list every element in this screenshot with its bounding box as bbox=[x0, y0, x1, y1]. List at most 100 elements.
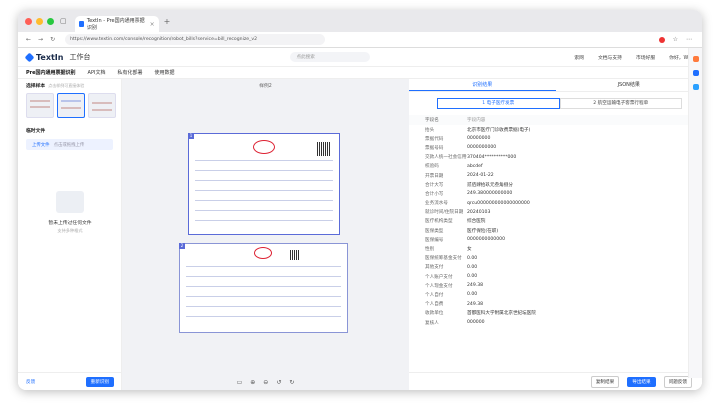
url-field[interactable]: https://www.textin.com/console/recogniti… bbox=[65, 34, 326, 45]
document-page-2[interactable]: 2 bbox=[179, 243, 348, 333]
field-row: 票据号码 0000000000 bbox=[409, 143, 702, 152]
side-app-icon-1[interactable] bbox=[692, 56, 699, 62]
field-value[interactable]: 20240103 bbox=[467, 210, 490, 215]
field-value[interactable]: 0000000000000 bbox=[467, 237, 505, 242]
menu-icon[interactable]: ⋯ bbox=[686, 36, 692, 43]
field-value[interactable]: 0.00 bbox=[467, 274, 477, 279]
zoom-in-icon[interactable]: ⊕ bbox=[250, 379, 255, 386]
field-row: 个人现金支付 249.38 bbox=[409, 281, 702, 290]
field-row: 复核人 000000 bbox=[409, 318, 702, 327]
maximize-window-button[interactable] bbox=[47, 17, 54, 25]
field-value[interactable]: 249.38 bbox=[467, 283, 483, 288]
field-key: 开票日期 bbox=[425, 173, 444, 179]
tab-recognition-result[interactable]: 识别结果 bbox=[409, 79, 556, 91]
search-input[interactable]: 点此搜索 bbox=[290, 52, 371, 62]
left-footer: 反馈 重新识别 bbox=[18, 372, 122, 390]
side-app-icon-3[interactable] bbox=[692, 84, 699, 90]
field-value[interactable]: 0.00 bbox=[467, 256, 477, 261]
new-tab-icon[interactable]: + bbox=[164, 17, 171, 26]
field-value[interactable]: 249.38 bbox=[467, 302, 483, 307]
brand-logo[interactable]: TextIn 工作台 bbox=[24, 52, 90, 62]
field-key: 复核人 bbox=[425, 320, 439, 326]
field-value[interactable]: 综合医院 bbox=[467, 218, 485, 224]
rotate-left-icon[interactable]: ↺ bbox=[276, 379, 281, 386]
samples-section-title: 选择样本 点击样例可直接体验 bbox=[26, 83, 85, 89]
field-row: 抬头 北京市医疗门诊收费票据(电子) bbox=[409, 125, 702, 134]
re-recognize-button[interactable]: 重新识别 bbox=[85, 376, 114, 387]
document-preview: 样例2 1 2 ▭ ⊕ ⊖ ↺ ↻ bbox=[122, 79, 409, 390]
tab-title: TextIn - Pre国内通用票据识别 bbox=[86, 18, 145, 31]
field-key: 个人账户支付 bbox=[425, 274, 453, 280]
minimize-window-button[interactable] bbox=[36, 17, 43, 25]
field-value[interactable]: 医疗保险(在职) bbox=[467, 228, 498, 234]
reload-icon[interactable]: ↻ bbox=[50, 36, 55, 43]
page-title: Pre国内通用票据识别 bbox=[26, 70, 76, 76]
rotate-right-icon[interactable]: ↻ bbox=[289, 379, 294, 386]
field-value[interactable]: 2024-01-22 bbox=[467, 173, 494, 178]
feedback-link[interactable]: 反馈 bbox=[26, 379, 35, 385]
empty-folder-icon bbox=[56, 191, 84, 213]
switch-invoice-2[interactable]: 2 航空运输电子客票行程单 bbox=[559, 98, 682, 109]
document-page-1[interactable]: 1 bbox=[188, 133, 340, 235]
brand-name: TextIn bbox=[36, 52, 64, 62]
field-row: 其他支付 0.00 bbox=[409, 263, 702, 272]
logo-mark-icon bbox=[24, 52, 35, 62]
side-app-icon-2[interactable] bbox=[692, 70, 699, 76]
field-key: 性别 bbox=[425, 247, 435, 253]
sidebar-toggle-icon[interactable]: ▢ bbox=[60, 17, 67, 25]
browser-side-rail bbox=[688, 48, 702, 378]
field-row: 个人自付 0.00 bbox=[409, 290, 702, 299]
close-window-button[interactable] bbox=[25, 17, 32, 25]
field-key: 交款人统一社会信用代码 bbox=[425, 155, 467, 161]
field-key: 票据代码 bbox=[425, 136, 444, 142]
header-link-2[interactable]: 文档与支持 bbox=[598, 54, 622, 61]
zoom-out-icon[interactable]: ⊖ bbox=[263, 379, 268, 386]
export-result-button[interactable]: 导出结果 bbox=[627, 376, 656, 387]
field-value[interactable]: 0.00 bbox=[467, 292, 477, 297]
extension-icon[interactable] bbox=[658, 36, 665, 43]
field-value[interactable]: 女 bbox=[467, 246, 472, 252]
forward-icon[interactable]: → bbox=[38, 36, 43, 43]
sample-thumb-3[interactable] bbox=[88, 93, 116, 118]
nav-private-deploy[interactable]: 私有化部署 bbox=[117, 69, 142, 76]
close-tab-icon[interactable]: × bbox=[150, 21, 155, 28]
sample-thumb-1[interactable] bbox=[26, 93, 54, 118]
result-footer: 复制结果 导出结果 问题反馈 bbox=[409, 372, 702, 390]
field-value[interactable]: abcdef bbox=[467, 164, 483, 169]
temp-files-title: 临时文件 bbox=[26, 129, 46, 134]
field-value[interactable]: 370404**********000 bbox=[467, 155, 516, 160]
back-icon[interactable]: ← bbox=[26, 36, 31, 43]
upload-file-button[interactable]: 上传文件 点击或拖拽上传 bbox=[26, 139, 113, 150]
header-link-3[interactable]: 市场好服 bbox=[636, 54, 655, 61]
star-icon[interactable]: ☆ bbox=[673, 36, 678, 43]
field-key: 个人自付 bbox=[425, 292, 444, 298]
empty-title: 暂未上传过任何文件 bbox=[48, 221, 92, 226]
browser-tab-active[interactable]: TextIn - Pre国内通用票据识别 × bbox=[74, 16, 159, 32]
empty-hint: 支持多种格式 bbox=[57, 228, 83, 233]
field-value[interactable]: 0000000000 bbox=[467, 145, 496, 150]
field-value[interactable]: 249.380000000000 bbox=[467, 191, 512, 196]
tab-json-result[interactable]: JSON结果 bbox=[556, 79, 703, 91]
field-value[interactable]: 000000 bbox=[467, 320, 485, 325]
field-value[interactable]: 00000000 bbox=[467, 136, 490, 141]
nav-usage-data[interactable]: 使用数据 bbox=[154, 69, 174, 76]
field-value[interactable]: qrcu000000000000000000 bbox=[467, 201, 530, 206]
field-value[interactable]: 北京市医疗门诊收费票据(电子) bbox=[467, 127, 530, 133]
sample-thumb-2[interactable] bbox=[57, 93, 85, 118]
field-key: 收款单位 bbox=[425, 311, 444, 317]
preview-title: 样例2 bbox=[259, 84, 272, 89]
field-key: 合计大写 bbox=[425, 182, 444, 188]
nav-api-docs[interactable]: API文档 bbox=[88, 69, 106, 76]
switch-invoice-1[interactable]: 1 电子医疗发票 bbox=[437, 98, 560, 109]
field-row: 医保类型 医疗保险(在职) bbox=[409, 226, 702, 235]
field-value[interactable]: 0.00 bbox=[467, 265, 477, 270]
fit-icon[interactable]: ▭ bbox=[237, 379, 243, 386]
header-link-1[interactable]: 索网 bbox=[574, 54, 584, 61]
field-key: 医保类型 bbox=[425, 228, 444, 234]
field-value[interactable]: 贰佰肆拾玖元叁角捌分 bbox=[467, 182, 513, 188]
field-value[interactable]: 首都医科大学附属北京世纪坛医院 bbox=[467, 310, 536, 316]
copy-result-button[interactable]: 复制结果 bbox=[590, 375, 620, 388]
fields-header: 字段名 字段内容 bbox=[409, 115, 702, 125]
result-tabs: 识别结果 JSON结果 bbox=[409, 79, 702, 92]
field-row: 收款单位 首都医科大学附属北京世纪坛医院 bbox=[409, 309, 702, 318]
